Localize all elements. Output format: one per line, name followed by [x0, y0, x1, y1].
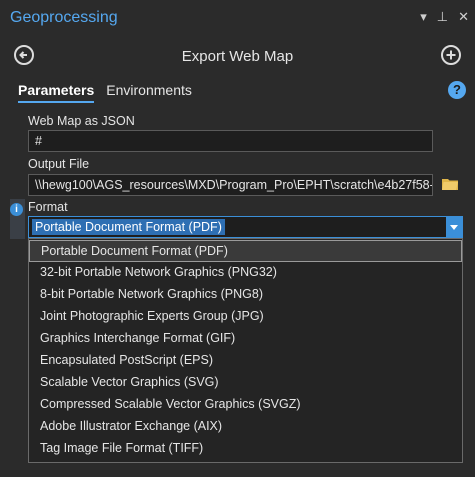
format-dropdown-list: Portable Document Format (PDF) 32-bit Po… [28, 238, 463, 463]
format-selected-value: Portable Document Format (PDF) [32, 219, 225, 235]
folder-icon[interactable] [442, 178, 458, 190]
chevron-down-icon[interactable]: ▾ [420, 9, 427, 25]
dropdown-option[interactable]: Adobe Illustrator Exchange (AIX) [29, 416, 462, 438]
plus-icon [446, 50, 456, 60]
close-icon[interactable]: ✕ [458, 9, 469, 25]
dropdown-arrow-icon[interactable] [446, 217, 462, 237]
pane-titlebar: Geoprocessing ▾ ⊥ ✕ [0, 0, 475, 36]
tab-environments[interactable]: Environments [106, 82, 192, 103]
dropdown-option[interactable]: 32-bit Portable Network Graphics (PNG32) [29, 262, 462, 284]
tool-title: Export Web Map [181, 48, 294, 65]
validation-strip: i [10, 199, 25, 239]
webmap-label: Web Map as JSON [28, 114, 135, 128]
dropdown-option[interactable]: Tag Image File Format (TIFF) [29, 438, 462, 460]
format-select[interactable]: Portable Document Format (PDF) [28, 216, 463, 238]
dropdown-option[interactable]: Scalable Vector Graphics (SVG) [29, 372, 462, 394]
tool-tabs: Parameters Environments [18, 82, 192, 103]
pane-title: Geoprocessing [10, 9, 118, 26]
tab-parameters[interactable]: Parameters [18, 82, 95, 103]
pin-icon[interactable]: ⊥ [437, 9, 448, 25]
tool-header: Export Web Map [0, 40, 475, 72]
dropdown-option[interactable]: Portable Document Format (PDF) [29, 240, 462, 262]
output-file-input[interactable]: \\hewg100\AGS_resources\MXD\Program_Pro\… [28, 174, 433, 196]
webmap-json-input[interactable]: # [28, 130, 433, 152]
dropdown-option[interactable]: Joint Photographic Experts Group (JPG) [29, 306, 462, 328]
dropdown-option[interactable]: Encapsulated PostScript (EPS) [29, 350, 462, 372]
add-button[interactable] [441, 45, 461, 65]
output-file-label: Output File [28, 157, 90, 171]
format-label: Format [28, 200, 68, 214]
dropdown-option[interactable]: Graphics Interchange Format (GIF) [29, 328, 462, 350]
pane-controls: ▾ ⊥ ✕ [420, 9, 469, 25]
info-icon[interactable]: i [10, 203, 23, 216]
help-icon[interactable]: ? [448, 81, 466, 99]
dropdown-option[interactable]: Compressed Scalable Vector Graphics (SVG… [29, 394, 462, 416]
dropdown-option[interactable]: 8-bit Portable Network Graphics (PNG8) [29, 284, 462, 306]
